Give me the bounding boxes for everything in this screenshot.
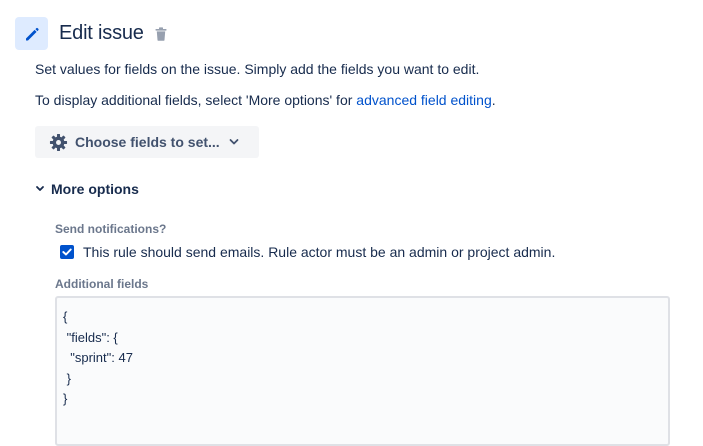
- chevron-down-icon: [229, 138, 239, 146]
- choose-fields-button[interactable]: Choose fields to set...: [35, 126, 259, 158]
- description-line-2-end: .: [491, 92, 496, 108]
- gear-icon: [49, 133, 68, 152]
- more-options-label: More options: [51, 181, 139, 197]
- code-line: {: [63, 309, 68, 324]
- send-emails-checkbox[interactable]: [60, 245, 74, 259]
- additional-fields-editor[interactable]: { "fields": { "sprint": 47 } }: [55, 296, 670, 446]
- checkmark-icon: [62, 248, 72, 256]
- edit-issue-header: Edit issue: [15, 17, 167, 50]
- choose-fields-label: Choose fields to set...: [75, 134, 220, 150]
- send-emails-label: This rule should send emails. Rule actor…: [83, 244, 556, 260]
- code-line: }: [63, 370, 71, 386]
- chevron-down-icon: [35, 185, 45, 193]
- page-title: Edit issue: [59, 22, 144, 44]
- code-line: "fields": {: [63, 329, 118, 345]
- additional-fields-label: Additional fields: [55, 277, 149, 291]
- trash-icon[interactable]: [155, 26, 167, 41]
- send-emails-checkbox-row[interactable]: This rule should send emails. Rule actor…: [60, 244, 555, 260]
- more-options-toggle[interactable]: More options: [35, 181, 139, 197]
- description-line-2: To display additional fields, select 'Mo…: [35, 92, 496, 108]
- description-line-1: Set values for fields on the issue. Simp…: [35, 61, 480, 77]
- advanced-field-editing-link[interactable]: advanced field editing: [356, 92, 491, 108]
- code-line: "sprint": 47: [63, 350, 133, 365]
- description-line-2-text: To display additional fields, select 'Mo…: [35, 92, 357, 108]
- send-notifications-label: Send notifications?: [55, 222, 167, 236]
- code-line: }: [63, 391, 68, 406]
- pencil-icon: [15, 17, 48, 50]
